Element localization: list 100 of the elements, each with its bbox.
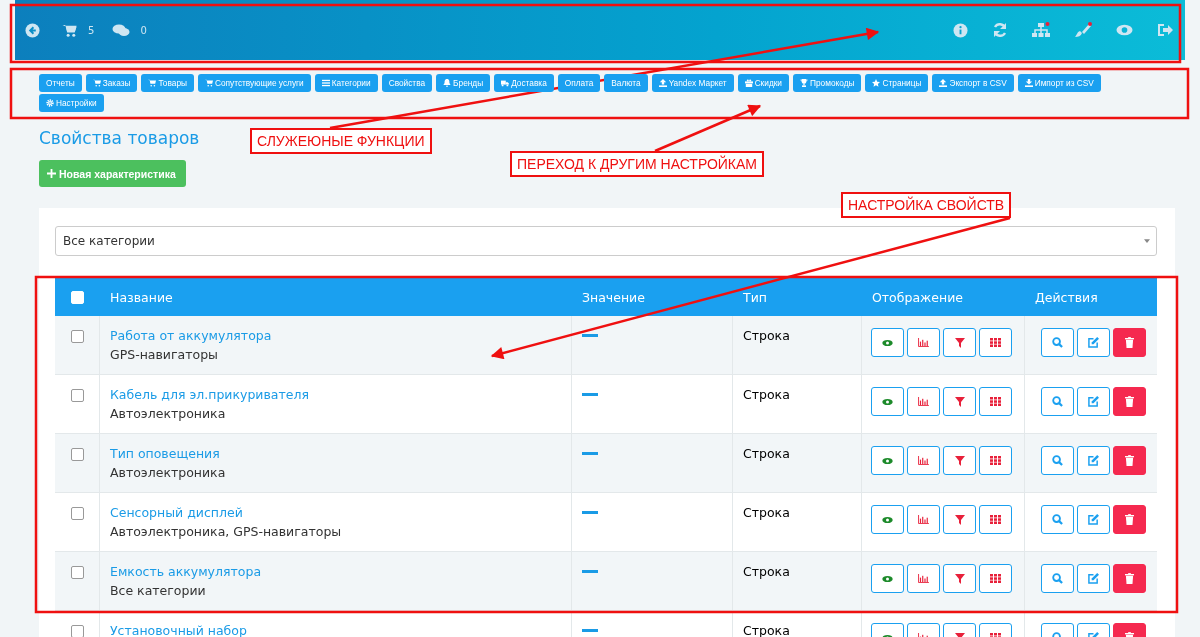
nav-button[interactable]: Оплата [557,74,601,92]
select-all-checkbox[interactable] [71,290,84,304]
trash-icon [1125,514,1134,525]
property-link[interactable]: Работа от аккумулятора [110,328,272,343]
bar-chart-icon [918,338,929,347]
chart-button[interactable] [907,446,940,475]
property-link[interactable]: Емкость аккумулятора [110,564,262,579]
delete-button[interactable] [1113,328,1146,357]
edit-button[interactable] [1077,564,1110,593]
edit-button[interactable] [1077,505,1110,534]
star-icon [872,79,881,87]
search-button[interactable] [1041,328,1074,357]
row-checkbox[interactable] [70,625,84,637]
nav-button[interactable]: Категории [314,74,378,92]
visibility-button[interactable] [871,505,904,534]
row-checkbox[interactable] [70,566,84,579]
nav-button[interactable]: Доставка [494,74,554,92]
row-checkbox[interactable] [70,507,84,520]
edit-button[interactable] [1077,446,1110,475]
filter-button[interactable] [943,446,976,475]
edit-icon [1088,573,1099,584]
visibility-button[interactable] [871,564,904,593]
nav-button[interactable]: Валюта [604,74,648,92]
nav-button[interactable]: Скидки [737,74,789,92]
row-checkbox[interactable] [70,389,84,402]
property-link[interactable]: Кабель для эл.прикуривателя [110,387,309,402]
grid-button[interactable] [979,446,1012,475]
comments-icon[interactable] [112,23,131,37]
nav-button[interactable]: Заказы [85,74,138,92]
nav-button[interactable]: Импорт из CSV [1017,74,1101,92]
search-button[interactable] [1041,564,1074,593]
empty-value-mark [582,334,598,337]
eye-icon[interactable] [1116,24,1133,36]
info-icon[interactable] [953,22,968,38]
property-link[interactable]: Тип оповещения [110,446,220,461]
grid-button[interactable] [979,328,1012,357]
chart-button[interactable] [907,505,940,534]
delete-button[interactable] [1113,446,1146,475]
grid-button[interactable] [979,387,1012,416]
edit-button[interactable] [1077,328,1110,357]
new-property-button[interactable]: Новая характеристика [39,160,186,187]
nav-button[interactable]: Отчеты [39,74,82,92]
visibility-button[interactable] [871,328,904,357]
filter-button[interactable] [943,387,976,416]
property-link[interactable]: Сенсорный дисплей [110,505,243,520]
chart-button[interactable] [907,328,940,357]
funnel-icon [954,573,965,584]
nav-button[interactable]: Бренды [436,74,491,92]
cart-icon [92,79,101,87]
chart-button[interactable] [907,564,940,593]
grid-icon [990,574,1001,583]
nav-button[interactable]: Сопутствующие услуги [197,74,311,92]
funnel-icon [954,455,965,466]
nav-button[interactable]: Настройки [39,94,104,112]
column-header: Значение [582,289,645,305]
delete-button[interactable] [1113,387,1146,416]
search-button[interactable] [1041,446,1074,475]
column-header: Отображение [872,289,963,305]
row-checkbox[interactable] [70,330,84,343]
filter-button[interactable] [943,505,976,534]
empty-value-mark [582,393,598,396]
chart-button[interactable] [907,387,940,416]
trash-icon [1125,396,1134,407]
sitemap-icon[interactable] [1032,22,1050,38]
row-checkbox[interactable] [70,448,84,461]
nav-button[interactable]: Страницы [865,74,929,92]
cart-icon[interactable] [62,22,78,38]
brush-icon[interactable] [1074,22,1092,38]
visibility-button[interactable] [871,446,904,475]
search-button[interactable] [1041,505,1074,534]
nav-button[interactable]: Экспорт в CSV [932,74,1014,92]
search-button[interactable] [1041,387,1074,416]
grid-button[interactable] [979,564,1012,593]
delete-button[interactable] [1113,564,1146,593]
edit-icon [1088,455,1099,466]
nav-button[interactable]: Промокоды [793,74,862,92]
filter-button[interactable] [943,564,976,593]
type-text: Строка [743,328,790,343]
property-link[interactable]: Установочный набор [110,623,247,637]
grid-button[interactable] [979,505,1012,534]
edit-button[interactable] [1077,387,1110,416]
filter-button[interactable] [943,328,976,357]
property-category: Все категории [110,583,206,598]
funnel-icon [954,514,965,525]
delete-button[interactable] [1113,505,1146,534]
funnel-icon [954,337,965,348]
cart-icon [148,79,157,87]
category-select[interactable]: Все категории [55,226,1157,256]
visibility-button[interactable] [871,387,904,416]
nav-button[interactable]: Свойства [381,74,433,92]
refresh-icon[interactable] [992,22,1008,38]
empty-value-mark [582,452,598,455]
column-header: Действия [1035,289,1098,305]
nav-button[interactable]: Товары [141,74,194,92]
grid-icon [990,338,1001,347]
nav-button[interactable]: Yandex Маркет [651,74,734,92]
plus-icon [47,169,56,178]
back-icon[interactable] [25,22,40,38]
annotation-label: НАСТРОЙКА СВОЙСТВ [841,192,1012,218]
gift-icon [744,79,753,87]
